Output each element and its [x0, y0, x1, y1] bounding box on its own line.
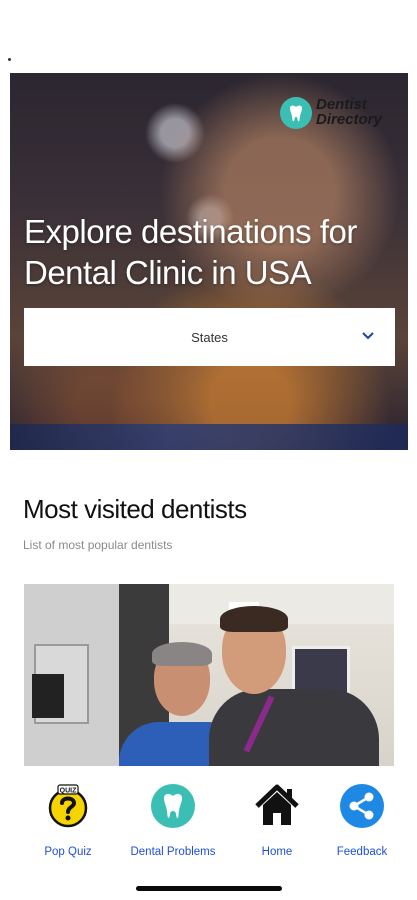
photo-person-1-hair — [152, 642, 212, 666]
photo-person-2-body — [209, 689, 379, 766]
brand: Dentist Directory — [280, 95, 400, 135]
status-indicator — [8, 58, 11, 61]
brand-name-line-1: Dentist — [316, 96, 367, 113]
home-icon — [255, 784, 299, 825]
brand-name-line-2: Directory — [316, 111, 382, 128]
hero-banner: Dentist Directory Explore destinations f… — [10, 73, 408, 450]
photo-person-2-hair — [220, 606, 288, 632]
nav-item-feedback[interactable]: Feedback — [310, 783, 414, 861]
nav-label-pop-quiz: Pop Quiz — [44, 846, 92, 858]
svg-text:QUIZ: QUIZ — [60, 788, 77, 795]
nav-item-dental-problems[interactable]: Dental Problems — [121, 783, 225, 861]
photo-monitor — [32, 674, 64, 718]
dentist-card-photo[interactable] — [24, 584, 394, 766]
nav-label-feedback: Feedback — [336, 846, 388, 858]
home-indicator[interactable] — [136, 886, 282, 891]
states-dropdown-value: States — [191, 329, 228, 345]
brand-logo-icon — [280, 97, 312, 129]
section-subtitle: List of most popular dentists — [23, 538, 173, 552]
hero-title: Explore destinations for Dental Clinic i… — [24, 213, 357, 291]
section-title: Most visited dentists — [23, 494, 247, 524]
states-dropdown[interactable]: States — [24, 308, 395, 366]
nav-label-dental-problems: Dental Problems — [130, 846, 216, 858]
chevron-down-icon — [362, 332, 374, 340]
tooth-icon — [151, 784, 195, 828]
nav-item-pop-quiz[interactable]: QUIZ Pop Quiz — [16, 783, 120, 861]
bottom-navigation: QUIZ Pop Quiz Dental Problems Home Feedb… — [0, 775, 417, 865]
brand-name: Dentist Directory — [316, 97, 396, 127]
quiz-icon: QUIZ — [48, 784, 88, 828]
share-icon — [340, 784, 384, 828]
